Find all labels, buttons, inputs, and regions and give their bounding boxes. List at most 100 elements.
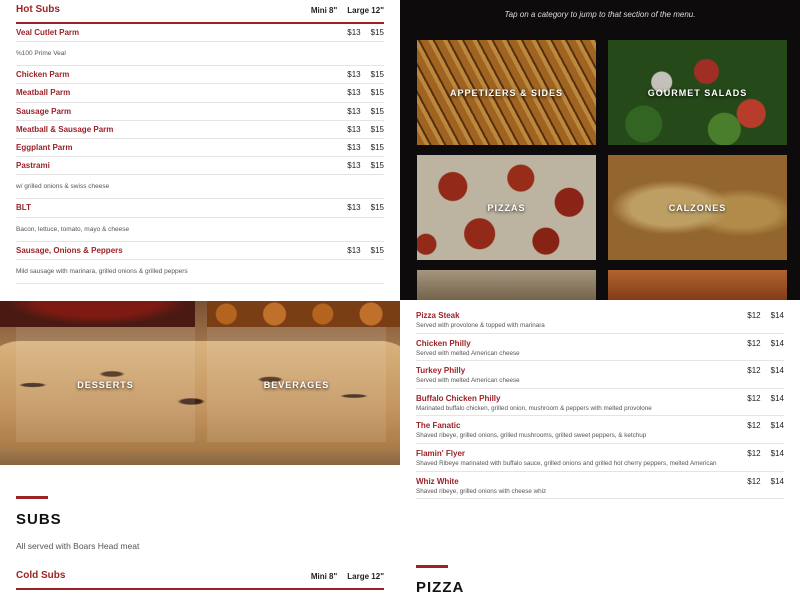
category-tile-partial-left[interactable] — [417, 270, 596, 300]
size-heading-large: Large 12" — [347, 572, 384, 581]
category-label: APPETIZERS & SIDES — [449, 87, 564, 98]
menu-item-description: Shaved Ribeye marinated with buffalo sau… — [416, 459, 717, 467]
price-mini: $13 — [347, 245, 361, 255]
menu-item-row: Whiz White $12 $14 Shaved ribeye, grilled o… — [416, 472, 784, 500]
category-panel: Tap on a category to jump to that sectio… — [400, 0, 800, 300]
size-heading-large: Large 12" — [347, 6, 384, 15]
price-mini: $12 — [747, 421, 761, 431]
category-tile-appetizers[interactable]: APPETIZERS & SIDES — [417, 40, 596, 145]
price-mini: $13 — [347, 161, 361, 171]
menu-item-prices: $13 $15 — [347, 125, 384, 134]
menu-item-description: Shaved ribeye, grilled onions, grilled m… — [416, 432, 647, 440]
menu-item-name: Pastrami — [16, 161, 50, 171]
menu-item-name: The Fanatic — [416, 421, 461, 431]
menu-item-description: Shaved ribeye, grilled onions with chees… — [416, 487, 547, 495]
menu-item-row: Sausage Parm $13 $15 — [16, 103, 384, 121]
category-tile-desserts[interactable]: DESSERTS — [16, 327, 195, 442]
price-mini: $13 — [347, 106, 361, 116]
menu-item-prices: $13 $15 — [347, 161, 384, 170]
menu-item-description-row: %100 Prime Veal — [16, 42, 384, 67]
price-large: $15 — [370, 106, 384, 116]
menu-item-row: Meatball Parm $13 $15 — [16, 84, 384, 103]
menu-item-name: Eggplant Parm — [16, 143, 73, 153]
menu-item-name: Sausage Parm — [16, 106, 72, 116]
menu-item-prices: $13 $15 — [347, 143, 384, 152]
menu-item-row: Sausage, Onions & Peppers $13 $15 — [16, 242, 384, 260]
menu-item-name: BLT — [16, 203, 31, 213]
menu-item-prices: $12 $14 — [747, 421, 784, 430]
menu-item-prices: $13 $15 — [347, 70, 384, 79]
menu-item-description: Marinated buffalo chicken, grilled onion… — [416, 404, 652, 412]
menu-item-row: Meatball & Sausage Parm $13 $15 — [16, 121, 384, 139]
menu-item-row: Pizza Steak $12 $14 Served with provolone &… — [416, 306, 784, 334]
price-large: $15 — [370, 245, 384, 255]
cold-subs-title: Cold Subs — [16, 570, 66, 581]
price-large: $15 — [370, 161, 384, 171]
menu-item-description: %100 Prime Veal — [16, 50, 66, 58]
size-heading-mini: Mini 8" — [310, 572, 338, 581]
price-large: $14 — [770, 338, 784, 348]
category-hint: Tap on a category to jump to that sectio… — [504, 10, 696, 19]
price-large: $14 — [770, 448, 784, 458]
category-label: DESSERTS — [77, 379, 134, 390]
menu-item-description-row: w/ grilled onions & swiss cheese — [16, 175, 384, 200]
menu-item-description-row: Mild sausage with marinara, grilled onio… — [16, 260, 384, 284]
category-tile-calzones[interactable]: CALZONES — [608, 155, 787, 260]
subs-section-subtitle: All served with Boars Head meat — [16, 541, 140, 551]
menu-item-description-row: Bacon, lettuce, tomato, mayo & cheese — [16, 218, 384, 242]
menu-item-prices: $12 $14 — [747, 339, 784, 348]
philly-list: Pizza Steak $12 $14 Served with provolone &… — [416, 306, 784, 500]
menu-item-row: Chicken Philly $12 $14 Served with melted A… — [416, 334, 784, 362]
menu-item-description: w/ grilled onions & swiss cheese — [16, 183, 110, 191]
category-tile-beverages[interactable]: BEVERAGES — [207, 327, 386, 442]
menu-item-row: Pastrami $13 $15 — [16, 157, 384, 176]
menu-item-prices: $13 $15 — [347, 28, 384, 37]
category-tile-partial-right[interactable] — [608, 270, 787, 300]
menu-item-prices: $12 $14 — [747, 366, 784, 375]
price-large: $14 — [770, 393, 784, 403]
category-label: BEVERAGES — [263, 379, 330, 390]
price-large: $15 — [370, 143, 384, 153]
size-heading-mini: Mini 8" — [310, 6, 338, 15]
menu-item-name: Meatball Parm — [16, 88, 71, 98]
menu-item-name: Meatball & Sausage Parm — [16, 124, 114, 134]
category-tile-gourmet-salads[interactable]: GOURMET SALADS — [608, 40, 787, 145]
menu-item-row: Buffalo Chicken Philly $12 $14 Marinated bu… — [416, 389, 784, 417]
price-mini: $12 — [747, 311, 761, 320]
category-tile-pizzas[interactable]: PIZZAS — [417, 155, 596, 260]
price-mini: $12 — [747, 448, 761, 458]
cold-subs-header: Cold Subs Mini 8" Large 12" — [16, 570, 384, 590]
menu-item-name: Sausage, Onions & Peppers — [16, 245, 123, 255]
hot-subs-title: Hot Subs — [16, 4, 60, 15]
menu-item-prices: $13 $15 — [347, 246, 384, 255]
menu-item-row: Flamin' Flyer $12 $14 Shaved Ribeye marinat… — [416, 444, 784, 472]
price-mini: $13 — [347, 203, 361, 213]
hot-subs-list: Veal Cutlet Parm $13 $15 %100 Prime Veal Chi… — [16, 24, 384, 284]
price-mini: $12 — [747, 393, 761, 403]
menu-item-name: Veal Cutlet Parm — [16, 28, 80, 38]
menu-item-prices: $12 $14 — [747, 394, 784, 403]
menu-item-prices: $13 $15 — [347, 203, 384, 212]
menu-item-name: Whiz White — [416, 476, 459, 486]
philly-menu: Pizza Steak $12 $14 Served with provolone &… — [400, 300, 800, 500]
category-photo-strip: DESSERTS BEVERAGES — [0, 301, 400, 465]
subs-accent-bar — [16, 496, 48, 499]
menu-item-name: Flamin' Flyer — [416, 448, 466, 458]
menu-item-name: Chicken Parm — [16, 70, 70, 80]
price-mini: $12 — [747, 366, 761, 376]
menu-item-description: Bacon, lettuce, tomato, mayo & cheese — [16, 225, 130, 233]
price-mini: $13 — [347, 124, 361, 134]
price-large: $15 — [370, 88, 384, 98]
menu-item-name: Chicken Philly — [416, 338, 471, 348]
menu-item-prices: $13 $15 — [347, 107, 384, 116]
menu-item-prices: $13 $15 — [347, 88, 384, 97]
price-large: $15 — [370, 124, 384, 134]
hot-subs-header: Hot Subs Mini 8" Large 12" — [16, 4, 384, 24]
menu-item-row: Chicken Parm $13 $15 — [16, 66, 384, 85]
menu-item-name: Pizza Steak — [416, 311, 460, 320]
category-label: GOURMET SALADS — [647, 87, 748, 98]
menu-item-description: Mild sausage with marinara, grilled onio… — [16, 267, 188, 275]
price-mini: $13 — [347, 143, 361, 153]
pizza-section-title: PIZZA — [416, 579, 465, 596]
price-large: $14 — [770, 476, 784, 486]
